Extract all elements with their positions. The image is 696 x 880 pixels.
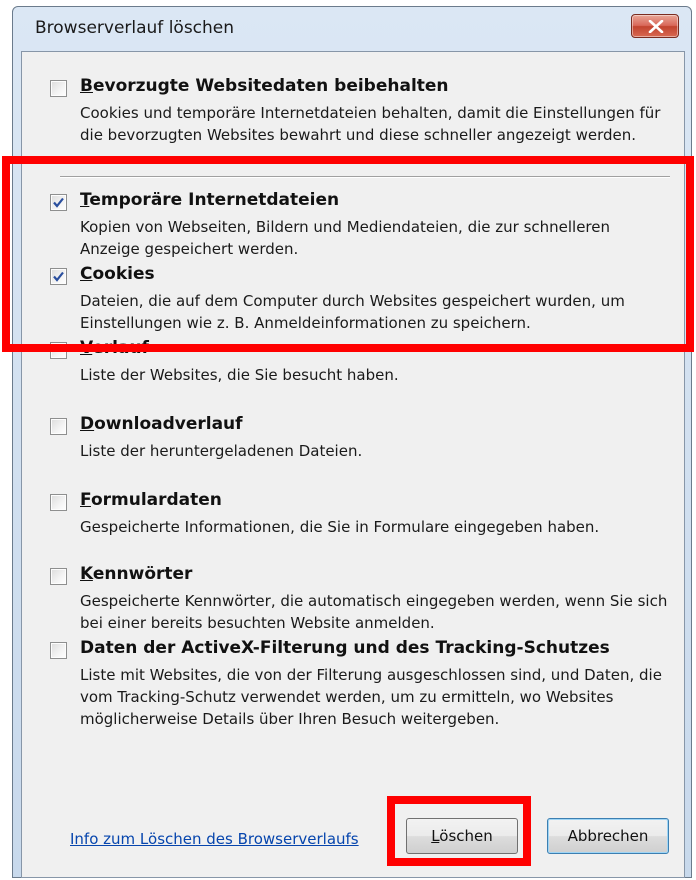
- option-description: Gespeicherte Informationen, die Sie in F…: [80, 518, 600, 536]
- option-title: Kennwörter: [80, 564, 193, 584]
- close-button[interactable]: [631, 14, 679, 38]
- separator: [60, 176, 670, 178]
- dialog-content: Bevorzugte Websitedaten beibehalten Cook…: [21, 51, 685, 878]
- cancel-button[interactable]: Abbrechen: [547, 818, 669, 854]
- checkbox-cookies[interactable]: [50, 268, 67, 285]
- checkbox-history[interactable]: [50, 342, 67, 359]
- delete-button[interactable]: Löschen: [406, 818, 518, 854]
- option-description: Liste der Websites, die Sie besucht habe…: [80, 366, 399, 384]
- option-title: Downloadverlauf: [80, 414, 243, 434]
- checkmark-icon: [53, 197, 64, 208]
- option-title: Formulardaten: [80, 490, 222, 510]
- dialog-title: Browserverlauf löschen: [35, 18, 235, 38]
- close-x-icon: [648, 20, 664, 33]
- option-title: Cookies: [80, 264, 155, 284]
- checkbox-download-history[interactable]: [50, 418, 67, 435]
- checkbox-passwords[interactable]: [50, 568, 67, 585]
- option-description: Gespeicherte Kennwörter, die automatisch…: [80, 592, 668, 632]
- delete-browsing-history-dialog: Browserverlauf löschen Bevorzugte Websit…: [12, 6, 692, 878]
- info-link[interactable]: Info zum Löschen des Browserverlaufs: [70, 830, 359, 848]
- checkbox-form-data[interactable]: [50, 494, 67, 511]
- option-title: Daten der ActiveX-Filterung und des Trac…: [80, 638, 610, 658]
- option-title: Verlauf: [80, 338, 149, 358]
- checkbox-preserve-favorites[interactable]: [50, 80, 67, 97]
- option-title: Temporäre Internetdateien: [80, 190, 340, 210]
- option-description: Kopien von Webseiten, Bildern und Medien…: [80, 218, 611, 258]
- checkmark-icon: [53, 271, 64, 282]
- option-description: Dateien, die auf dem Computer durch Webs…: [80, 292, 625, 332]
- title-bar: Browserverlauf löschen: [13, 7, 691, 51]
- option-title: Bevorzugte Websitedaten beibehalten: [80, 76, 449, 96]
- checkbox-activex-tracking[interactable]: [50, 642, 67, 659]
- option-description: Liste mit Websites, die von der Filterun…: [80, 666, 662, 728]
- checkbox-temporary-files[interactable]: [50, 194, 67, 211]
- option-description: Cookies und temporäre Internetdateien be…: [80, 104, 661, 144]
- option-description: Liste der heruntergeladenen Dateien.: [80, 442, 363, 460]
